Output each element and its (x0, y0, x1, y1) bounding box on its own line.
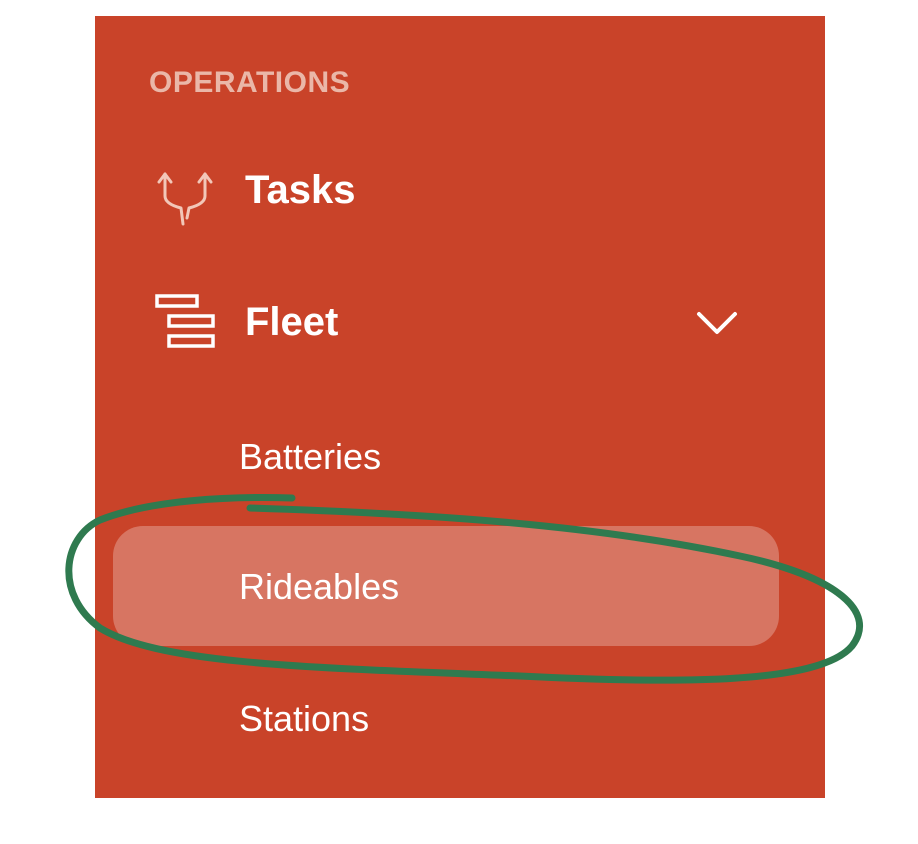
sidebar-subitem-label: Rideables (239, 566, 400, 607)
sidebar: OPERATIONS Tasks Fleet Batteries Rideabl… (95, 16, 825, 798)
sidebar-subitem-label: Batteries (239, 436, 382, 477)
chevron-down-icon[interactable] (693, 304, 741, 344)
sidebar-item-label: Fleet (245, 300, 339, 344)
section-heading-operations: OPERATIONS (149, 66, 351, 99)
sidebar-item-tasks[interactable]: Tasks (95, 146, 825, 236)
split-arrows-icon (153, 162, 217, 226)
sidebar-item-fleet[interactable]: Fleet (95, 278, 825, 368)
sidebar-subitem-stations[interactable]: Stations (113, 658, 779, 778)
sidebar-subitem-label: Stations (239, 698, 370, 739)
sidebar-subitem-batteries[interactable]: Batteries (113, 396, 779, 516)
sidebar-subitem-rideables[interactable]: Rideables (113, 526, 779, 646)
sidebar-item-label: Tasks (245, 168, 356, 212)
fleet-stack-icon (153, 294, 217, 358)
screenshot-stage: OPERATIONS Tasks Fleet Batteries Rideabl… (0, 0, 918, 844)
